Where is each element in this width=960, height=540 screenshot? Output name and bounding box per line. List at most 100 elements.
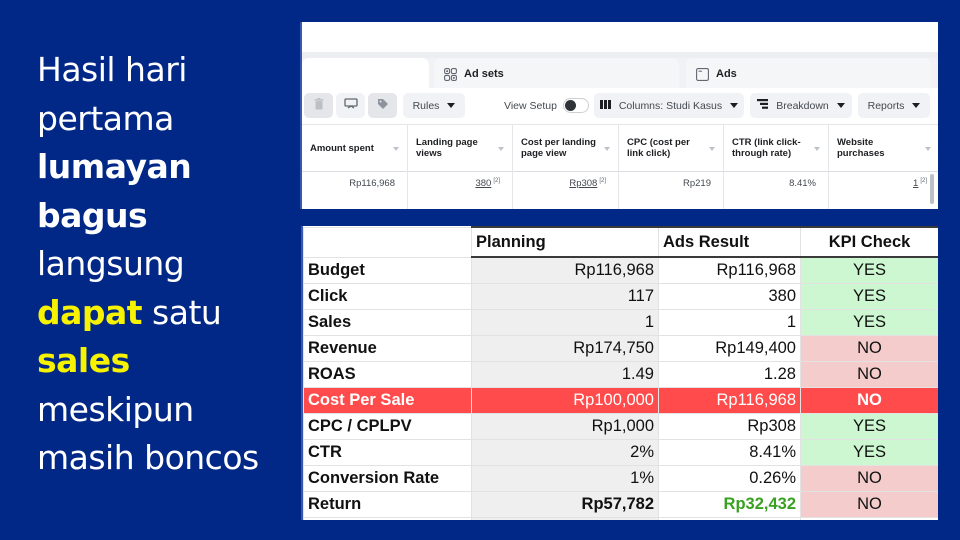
- sort-caret-icon[interactable]: [498, 147, 504, 151]
- kpi-result-value: 380: [658, 282, 801, 310]
- search-area[interactable]: [302, 24, 837, 50]
- caption-line: bagus: [37, 192, 297, 241]
- columns-label: Columns: Studi Kasus: [618, 99, 723, 112]
- sort-caret-icon[interactable]: [709, 147, 715, 151]
- column-header[interactable]: CPC (cost per link click): [619, 125, 723, 172]
- kpi-label: CPC / CPLPV: [303, 412, 472, 440]
- tab-ads[interactable]: Ads: [686, 58, 931, 90]
- grid-scrollbar[interactable]: [930, 174, 934, 204]
- kpi-label: ROAS: [303, 360, 472, 388]
- window-icon: [696, 67, 709, 81]
- column-header-label: Landing page views: [416, 137, 478, 159]
- caption-highlight: sales: [37, 341, 130, 380]
- trash-icon: [314, 98, 324, 113]
- tab-ad-sets[interactable]: Ad sets: [434, 58, 679, 90]
- grid-cell: 1 [2]: [829, 172, 938, 209]
- kpi-row: CTR 2% 8.41% YES: [303, 438, 938, 466]
- grid-column: CTR (link click-through rate) 8.41%: [724, 125, 829, 209]
- grid-column: Landing page views 380 [2]: [408, 125, 513, 209]
- duplicate-icon: [343, 98, 358, 113]
- cell-value-link[interactable]: 380: [475, 178, 491, 189]
- kpi-result-value: Rp32,432: [658, 490, 801, 518]
- kpi-result-value: 8.41%: [658, 438, 801, 466]
- kpi-label: Conversion Rate: [303, 464, 472, 492]
- cell-value: Rp219: [683, 178, 711, 189]
- reports-label: Reports: [867, 99, 905, 112]
- kpi-label: Budget: [303, 256, 472, 284]
- tag-button[interactable]: [368, 93, 397, 118]
- column-header[interactable]: Cost per landing page view: [513, 125, 618, 172]
- column-header-label: CTR (link click-through rate): [732, 137, 801, 159]
- kpi-check-badge: YES: [800, 256, 938, 284]
- kpi-check-badge: YES: [800, 308, 938, 336]
- caption-line: sales: [37, 337, 297, 386]
- caption-text: Hasil hari: [37, 50, 187, 89]
- footnote-marker: [2]: [493, 178, 500, 184]
- sort-caret-icon[interactable]: [393, 147, 399, 151]
- column-header[interactable]: CTR (link click-through rate): [724, 125, 828, 172]
- columns-icon: [599, 99, 611, 112]
- caption-text: satu: [142, 292, 222, 332]
- kpi-row: ROAS 1.49 1.28 NO: [303, 360, 938, 388]
- view-setup-toggle[interactable]: [562, 98, 589, 113]
- footnote-marker: [2]: [599, 178, 606, 184]
- kpi-table-panel: Planning Ads Result KPI Check Budget Rp11…: [301, 226, 938, 520]
- rules-dropdown[interactable]: Rules: [403, 93, 465, 118]
- ads-manager-screenshot: 21 Dec 2020 Ad sets Ads: [300, 22, 938, 209]
- caption-text: meskipun: [37, 389, 194, 429]
- breakdown-dropdown[interactable]: Breakdown: [750, 93, 852, 118]
- grid-cell: 380 [2]: [408, 172, 512, 209]
- caption-line: masih boncos: [37, 434, 297, 483]
- duplicate-button[interactable]: [336, 93, 365, 118]
- kpi-label: Sales: [303, 308, 472, 336]
- kpi-check-badge: NO: [800, 386, 938, 414]
- kpi-row: Budget Rp116,968 Rp116,968 YES: [303, 256, 938, 284]
- view-setup: View Setup: [504, 93, 589, 118]
- kpi-check-badge: YES: [800, 412, 938, 440]
- kpi-planning-value: Rp1,000: [471, 412, 659, 440]
- reports-dropdown[interactable]: Reports: [858, 93, 930, 118]
- kpi-empty-cell: [658, 516, 801, 520]
- columns-dropdown[interactable]: Columns: Studi Kasus: [594, 93, 744, 118]
- sort-caret-icon[interactable]: [814, 147, 820, 151]
- kpi-empty-row: [303, 516, 938, 520]
- caption-line: meskipun: [37, 386, 297, 435]
- view-setup-label: View Setup: [504, 99, 557, 112]
- kpi-row: CPC / CPLPV Rp1,000 Rp308 YES: [303, 412, 938, 440]
- column-header[interactable]: Website purchases: [829, 125, 938, 172]
- sort-caret-icon[interactable]: [604, 147, 610, 151]
- kpi-planning-value: 1: [471, 308, 659, 336]
- grid-cell: Rp116,968: [302, 172, 407, 209]
- kpi-empty-cell: [303, 516, 472, 520]
- kpi-header-blank: [303, 226, 472, 258]
- kpi-header-row: Planning Ads Result KPI Check: [303, 226, 938, 258]
- column-header[interactable]: Amount spent: [302, 125, 407, 172]
- kpi-planning-value: 2%: [471, 438, 659, 466]
- kpi-planning-value: 1.49: [471, 360, 659, 388]
- sort-caret-icon[interactable]: [925, 147, 931, 151]
- grid-icon: [444, 67, 457, 81]
- cell-value-link[interactable]: Rp308: [569, 178, 597, 189]
- chevron-down-icon: [447, 103, 456, 108]
- kpi-empty-cell: [471, 516, 659, 520]
- caption-line: pertama: [37, 95, 297, 144]
- tab-campaigns[interactable]: [302, 58, 429, 90]
- caption-text: pertama: [37, 98, 174, 138]
- kpi-label: Cost Per Sale: [303, 386, 472, 414]
- kpi-check-badge: YES: [800, 438, 938, 466]
- kpi-result-value: 0.26%: [658, 464, 801, 492]
- chevron-down-icon: [912, 103, 921, 108]
- column-header[interactable]: Landing page views: [408, 125, 512, 172]
- grid-column: Cost per landing page view Rp308 [2]: [513, 125, 619, 209]
- delete-button[interactable]: [304, 93, 333, 118]
- cell-value-link[interactable]: 1: [913, 178, 918, 189]
- caption-line: dapat satu: [37, 289, 297, 338]
- ads-data-grid: Amount spent Rp116,968 Landing page views 3…: [302, 124, 938, 209]
- grid-cell: Rp219: [619, 172, 723, 209]
- column-header-label: Amount spent: [310, 142, 374, 154]
- column-header-label: Cost per landing page view: [521, 137, 596, 159]
- rules-label: Rules: [412, 99, 440, 112]
- kpi-result-value: Rp116,968: [658, 256, 801, 284]
- caption-text: masih boncos: [37, 438, 259, 477]
- caption-text: lumayan: [37, 147, 192, 186]
